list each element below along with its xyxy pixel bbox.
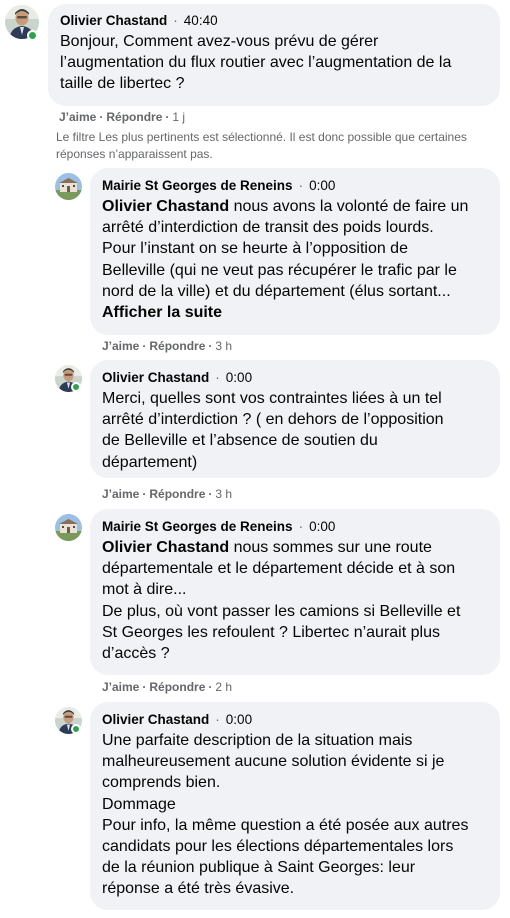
comment-author[interactable]: Olivier Chastand (102, 370, 209, 385)
comment-time[interactable]: 0:00 (309, 178, 335, 193)
like-link[interactable]: J’aime (59, 110, 96, 124)
mention-link[interactable]: Olivier Chastand (102, 198, 229, 215)
comment-text: Olivier Chastand nous sommes sur une rou… (102, 539, 461, 663)
comment-age[interactable]: 2 h (215, 680, 232, 694)
comment-author[interactable]: Mairie St Georges de Reneins (102, 519, 293, 534)
separator-dot: · (173, 13, 178, 28)
separator-dot: · (99, 110, 104, 124)
online-status-dot (71, 724, 81, 734)
separator-dot: · (208, 680, 213, 694)
like-link[interactable]: J’aime (102, 680, 139, 694)
comment-0: Olivier Chastand · 40:40 Bonjour, Commen… (0, 0, 510, 125)
comment-actions: J’aime · Répondre · 2 h (102, 680, 232, 694)
comment-age[interactable]: 3 h (215, 339, 232, 353)
separator-dot: · (142, 680, 147, 694)
separator-dot: · (215, 712, 220, 727)
comment-actions: J’aime · Répondre · 1 j (59, 110, 185, 124)
like-link[interactable]: J’aime (102, 487, 139, 501)
reply-link[interactable]: Répondre (106, 110, 162, 124)
comment-age[interactable]: 3 h (215, 487, 232, 501)
see-more-link[interactable]: Afficher la suite (102, 302, 488, 323)
online-status-dot (71, 382, 81, 392)
comment-time[interactable]: 0:00 (309, 519, 335, 534)
reply-3: Mairie St Georges de Reneins · 0:00 Oliv… (0, 509, 510, 699)
separator-dot: · (208, 487, 213, 501)
comment-actions: J’aime · Répondre · 3 h (102, 487, 232, 501)
reply-link[interactable]: Répondre (149, 680, 205, 694)
reply-1: Mairie St Georges de Reneins · 0:00 Oliv… (0, 168, 510, 354)
mention-link[interactable]: Olivier Chastand (102, 539, 229, 556)
comment-age[interactable]: 1 j (172, 110, 185, 124)
comment-author[interactable]: Olivier Chastand (60, 13, 167, 28)
online-status-dot (27, 30, 38, 41)
comment-author[interactable]: Olivier Chastand (102, 712, 209, 727)
separator-dot: · (298, 519, 304, 534)
comment-text: Olivier Chastand nous avons la volonté d… (102, 196, 488, 323)
reply-2: Olivier Chastand · 0:00 Merci, quelles s… (0, 360, 510, 505)
separator-dot: · (208, 339, 213, 353)
comment-bubble: Olivier Chastand · 0:00 Merci, quelles s… (90, 360, 500, 478)
comment-bubble: Mairie St Georges de Reneins · 0:00 Oliv… (90, 509, 500, 675)
comment-bubble: Mairie St Georges de Reneins · 0:00 Oliv… (90, 168, 500, 335)
mairie-avatar[interactable] (55, 173, 82, 200)
reply-link[interactable]: Répondre (149, 339, 205, 353)
town-hall-avatar-icon (55, 173, 82, 200)
separator-dot: · (215, 370, 220, 385)
comment-actions: J’aime · Répondre · 3 h (102, 339, 232, 353)
separator-dot: · (142, 339, 147, 353)
reply-link[interactable]: Répondre (149, 487, 205, 501)
like-link[interactable]: J’aime (102, 339, 139, 353)
separator-dot: · (165, 110, 170, 124)
comment-bubble: Olivier Chastand · 0:00 Une parfaite des… (90, 702, 500, 910)
separator-dot: · (142, 487, 147, 501)
comment-time[interactable]: 40:40 (184, 13, 218, 28)
comment-text: Une parfaite description de la situation… (102, 732, 469, 898)
comment-time[interactable]: 0:00 (226, 712, 252, 727)
town-hall-avatar-icon (55, 514, 82, 541)
comment-time[interactable]: 0:00 (226, 370, 252, 385)
comment-author[interactable]: Mairie St Georges de Reneins (102, 178, 293, 193)
separator-dot: · (298, 178, 304, 193)
mairie-avatar[interactable] (55, 514, 82, 541)
reply-4: Olivier Chastand · 0:00 Une parfaite des… (0, 702, 510, 916)
comment-text: Merci, quelles sont vos contraintes liée… (102, 390, 444, 471)
comment-text: Bonjour, Comment avez-vous prévu de gére… (60, 33, 452, 93)
filter-notice: Le filtre Les plus pertinents est sélect… (56, 130, 467, 161)
comment-bubble: Olivier Chastand · 40:40 Bonjour, Commen… (48, 4, 500, 106)
